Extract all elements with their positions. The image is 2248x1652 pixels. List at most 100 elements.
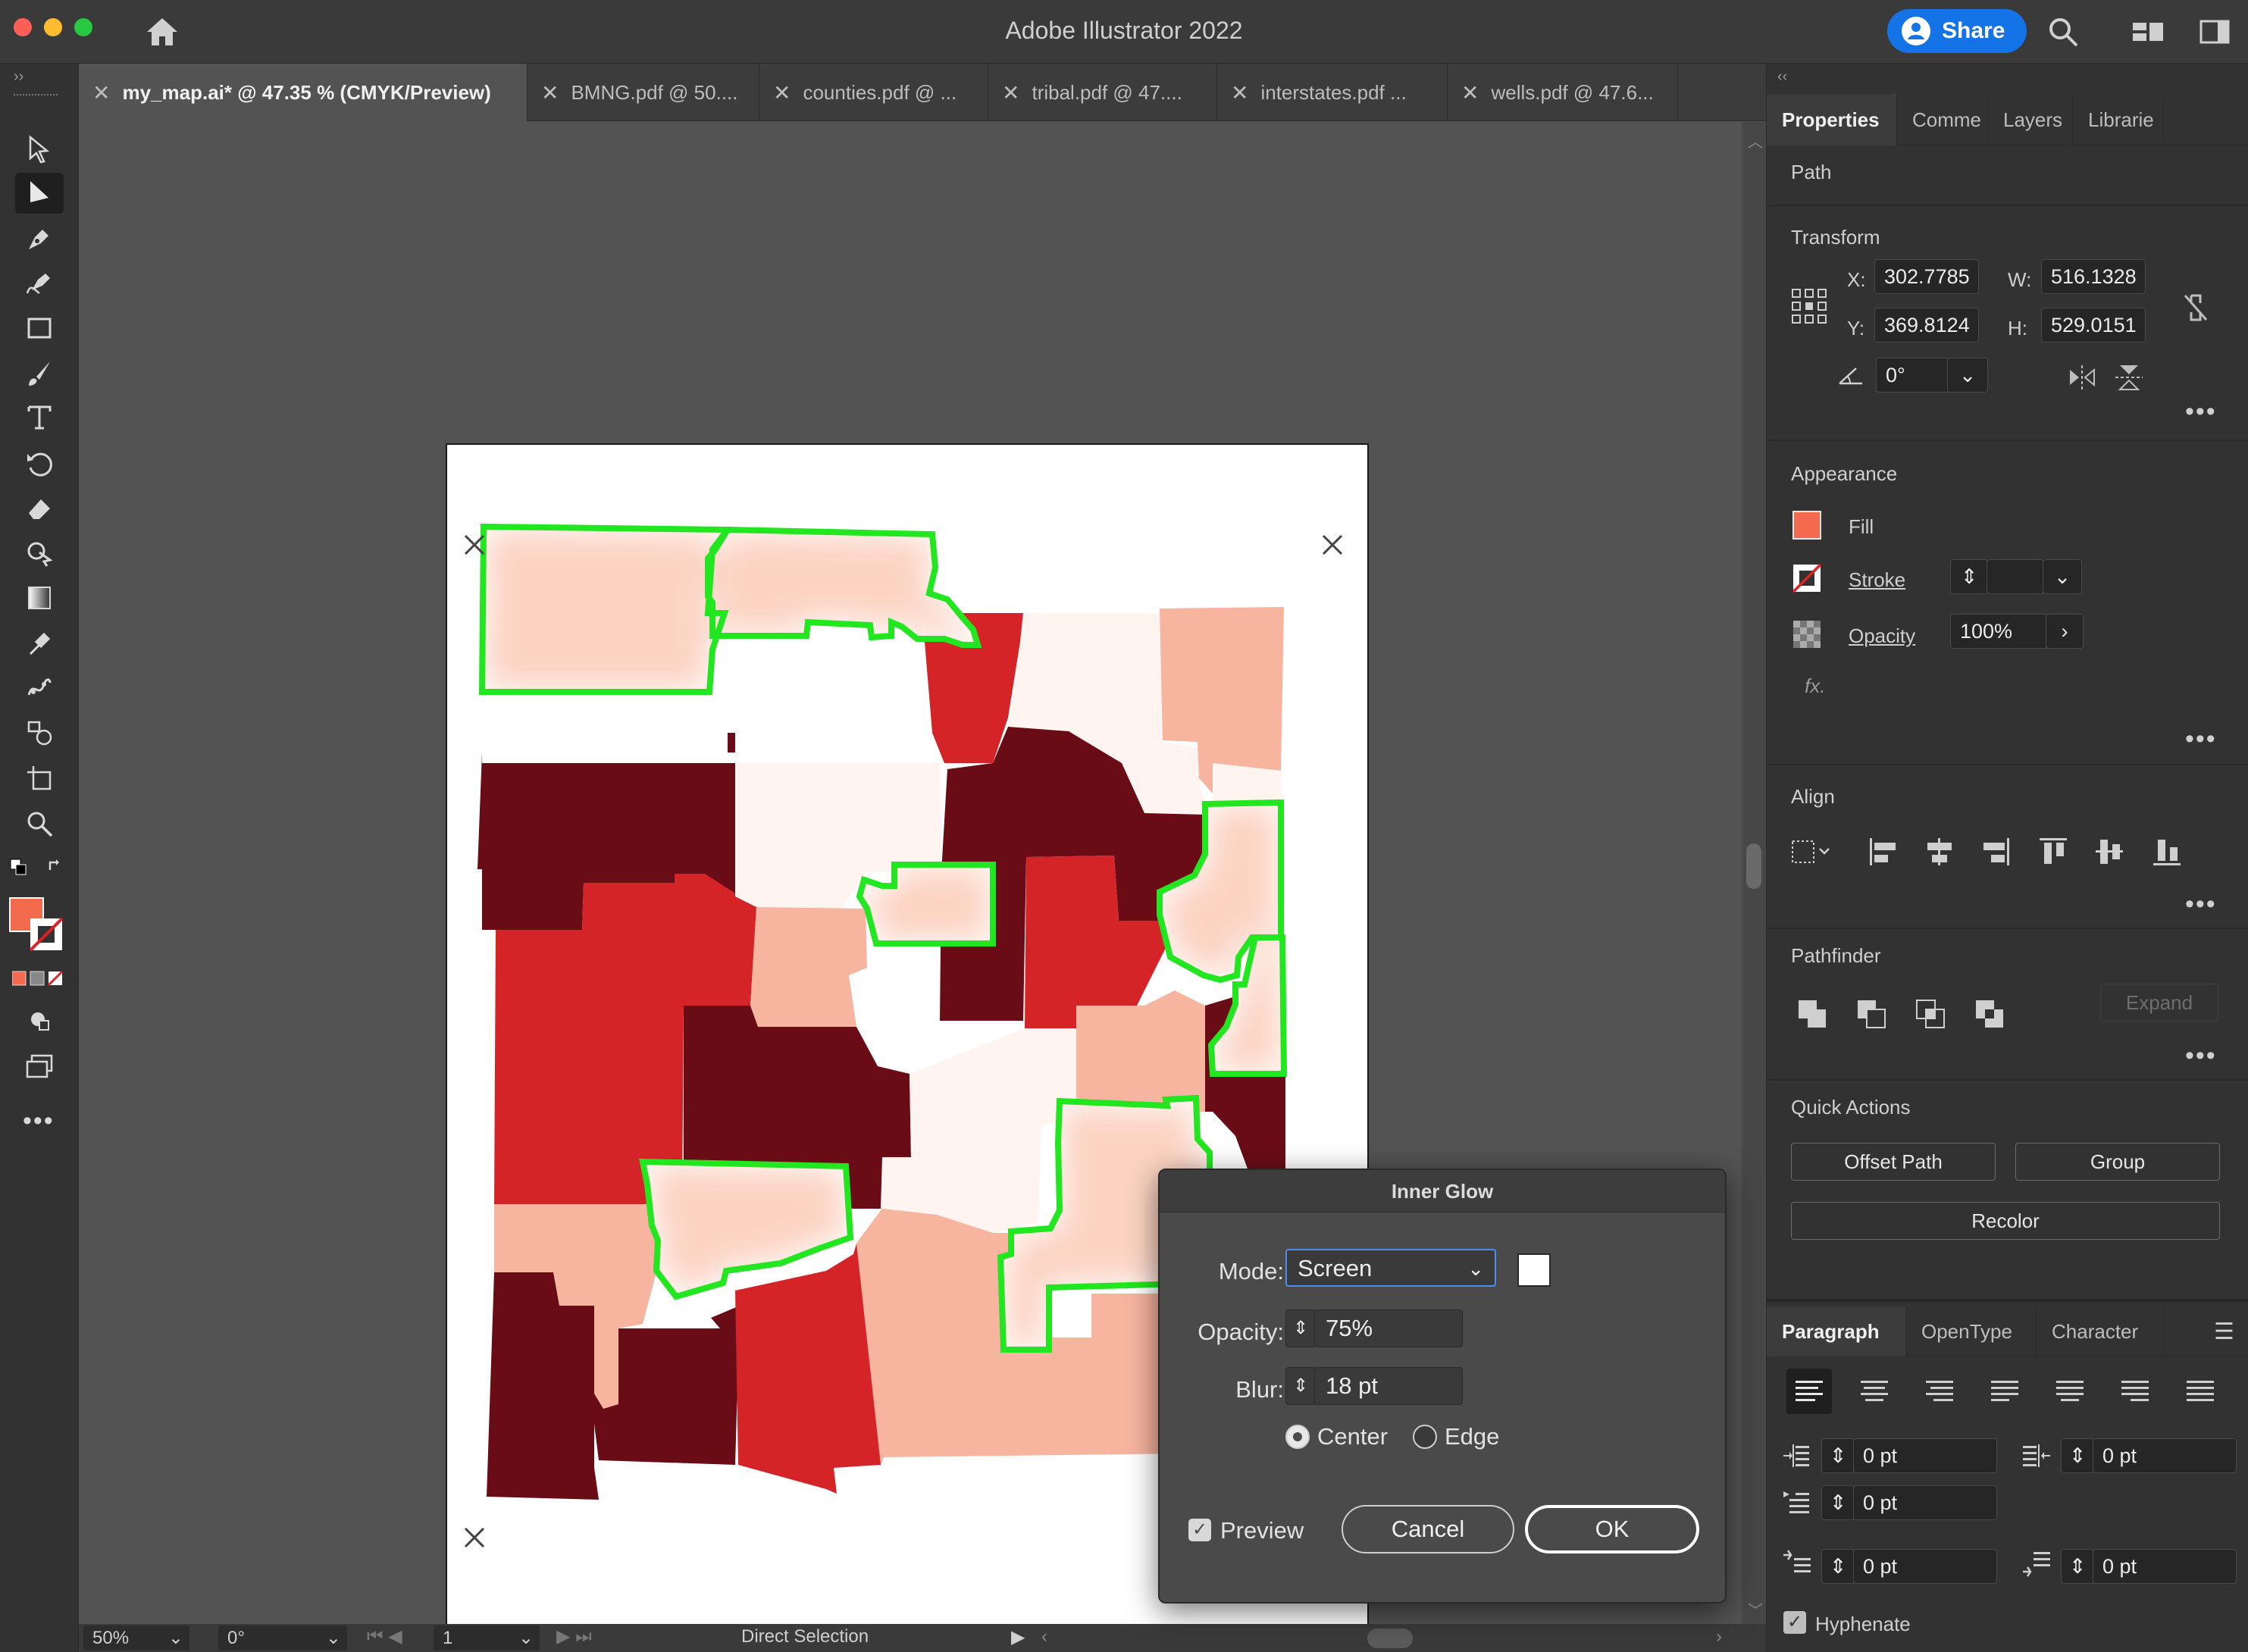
collapse-panel-icon[interactable]: ‹‹ [1777, 68, 1787, 86]
close-tab-icon[interactable]: ✕ [541, 80, 559, 105]
gradient-tool-icon[interactable] [15, 577, 64, 618]
scroll-down-icon[interactable]: ﹀ [1748, 1598, 1763, 1620]
edit-toolbar-more-icon[interactable]: ••• [23, 1106, 55, 1136]
close-tab-icon[interactable]: ✕ [1231, 80, 1248, 105]
county[interactable] [750, 907, 867, 1027]
w-field[interactable]: 516.1328 [2041, 259, 2146, 294]
angle-dropdown[interactable]: ⌄ [1947, 358, 1988, 393]
shape-builder-tool-icon[interactable] [15, 532, 64, 573]
tab-opentype[interactable]: OpenType [1906, 1306, 2037, 1356]
eyedropper-tool-icon[interactable] [15, 623, 64, 664]
close-tab-icon[interactable]: ✕ [92, 80, 110, 105]
right-indent-stepper[interactable]: ⇕ [2061, 1438, 2094, 1473]
center-radio[interactable] [1285, 1425, 1310, 1449]
appearance-more-options-icon[interactable]: ••• [2185, 724, 2217, 754]
edge-radio[interactable] [1413, 1425, 1437, 1449]
align-text-center-button[interactable] [1852, 1369, 1897, 1414]
workspace-switcher-icon[interactable] [2131, 15, 2165, 48]
y-field[interactable]: 369.8124 [1874, 308, 1979, 343]
pathfinder-minus-front-icon[interactable] [1856, 999, 1886, 1029]
puppet-warp-tool-icon[interactable] [15, 667, 64, 708]
curvature-tool-icon[interactable] [15, 262, 64, 303]
first-artboard-icon[interactable]: ⏮ ◀ [367, 1625, 402, 1647]
h-field[interactable]: 529.0151 [2041, 308, 2146, 343]
reference-point-icon[interactable] [1791, 288, 1827, 324]
tab-paragraph[interactable]: Paragraph [1767, 1306, 1906, 1356]
align-right-icon[interactable] [1979, 835, 2012, 868]
transform-more-options-icon[interactable]: ••• [2185, 397, 2217, 427]
justify-last-center-button[interactable] [2047, 1369, 2093, 1414]
pathfinder-exclude-icon[interactable] [1974, 999, 2005, 1029]
selected-county[interactable] [482, 527, 728, 692]
left-indent-stepper[interactable]: ⇕ [1821, 1438, 1855, 1473]
artboard-navigation-field[interactable]: 1 ⌄ [434, 1625, 540, 1650]
scroll-right-icon[interactable]: › [1716, 1626, 1722, 1647]
share-button[interactable]: Share [1887, 9, 2027, 53]
flip-horizontal-icon[interactable] [2067, 364, 2097, 391]
align-bottom-icon[interactable] [2150, 835, 2184, 868]
rectangle-tool-icon[interactable] [15, 308, 64, 349]
justify-all-button[interactable] [2178, 1369, 2223, 1414]
zoom-tool-icon[interactable] [15, 803, 64, 844]
first-line-indent-field[interactable]: 0 pt [1853, 1485, 1997, 1520]
rotate-tool-icon[interactable] [15, 443, 64, 483]
horizontal-scroll-thumb[interactable] [1367, 1629, 1413, 1648]
recolor-button[interactable]: Recolor [1791, 1202, 2220, 1240]
fill-swatch[interactable] [1792, 511, 1821, 540]
eraser-tool-icon[interactable] [15, 488, 64, 529]
tab-properties[interactable]: Properties [1767, 94, 1897, 145]
hyphenate-checkbox[interactable]: ✓ [1783, 1611, 1806, 1634]
stroke-weight-dropdown[interactable]: ⌄ [2043, 559, 2082, 594]
align-vertical-center-icon[interactable] [2093, 835, 2126, 868]
panel-menu-icon[interactable]: ☰ [2214, 1319, 2234, 1345]
color-mode-icons[interactable] [11, 970, 65, 987]
justify-last-right-button[interactable] [2112, 1369, 2158, 1414]
close-tab-icon[interactable]: ✕ [1461, 80, 1479, 105]
tab-layers[interactable]: Layers [1988, 94, 2073, 145]
blur-stepper[interactable]: ⇕ [1285, 1367, 1316, 1405]
selected-county[interactable] [708, 530, 978, 645]
toolbar-grip[interactable] [14, 94, 58, 96]
space-after-stepper[interactable]: ⇕ [2061, 1549, 2094, 1584]
paintbrush-tool-icon[interactable] [15, 353, 64, 394]
stroke-weight-stepper[interactable]: ⇕ [1950, 559, 1988, 594]
opacity-field[interactable]: 100% [1950, 614, 2049, 649]
county[interactable] [882, 1028, 1076, 1241]
arrange-documents-icon[interactable] [2198, 15, 2231, 48]
scroll-up-icon[interactable]: ︿ [1748, 130, 1763, 152]
tab-libraries[interactable]: Librarie [2073, 94, 2164, 145]
pathfinder-unite-icon[interactable] [1797, 999, 1827, 1029]
zoom-level-field[interactable]: 50% ⌄ [83, 1625, 189, 1650]
selection-tool-icon[interactable] [15, 129, 64, 170]
align-horizontal-center-icon[interactable] [1923, 835, 1956, 868]
opacity-expand-button[interactable]: › [2046, 614, 2084, 649]
opacity-label[interactable]: Opacity [1849, 624, 1915, 648]
ok-button[interactable]: OK [1525, 1505, 1699, 1553]
right-indent-field[interactable]: 0 pt [2093, 1438, 2237, 1473]
space-before-stepper[interactable]: ⇕ [1821, 1549, 1855, 1584]
direct-selection-tool-icon[interactable] [15, 173, 64, 214]
x-field[interactable]: 302.7785 [1874, 259, 1979, 294]
opacity-input[interactable]: 75% [1314, 1309, 1463, 1347]
pen-tool-icon[interactable] [15, 218, 64, 259]
symbol-sprayer-tool-icon[interactable] [15, 712, 64, 753]
align-more-options-icon[interactable]: ••• [2185, 890, 2217, 919]
align-left-icon[interactable] [1867, 835, 1900, 868]
draw-mode-icon[interactable] [15, 1000, 64, 1041]
left-indent-field[interactable]: 0 pt [1853, 1438, 1997, 1473]
constrain-proportions-icon[interactable] [2181, 291, 2211, 324]
opacity-icon[interactable] [1792, 620, 1821, 649]
vertical-scroll-thumb[interactable] [1746, 843, 1761, 889]
type-tool-icon[interactable] [15, 397, 64, 438]
tab-character[interactable]: Character [2037, 1306, 2165, 1356]
mode-select[interactable]: Screen ⌄ [1285, 1249, 1496, 1287]
close-tab-icon[interactable]: ✕ [1002, 80, 1019, 105]
glow-color-swatch[interactable] [1517, 1253, 1551, 1287]
chevron-down-icon[interactable]: ⌄ [168, 1625, 183, 1650]
last-artboard-icon[interactable]: ▶ ⏭ [556, 1625, 592, 1647]
align-text-right-button[interactable] [1917, 1369, 1962, 1414]
vertical-scrollbar[interactable]: ︿ ﹀ [1742, 122, 1766, 1624]
pathfinder-intersect-icon[interactable] [1915, 999, 1946, 1029]
align-top-icon[interactable] [2037, 835, 2070, 868]
stroke-weight-field[interactable] [1987, 559, 2044, 594]
